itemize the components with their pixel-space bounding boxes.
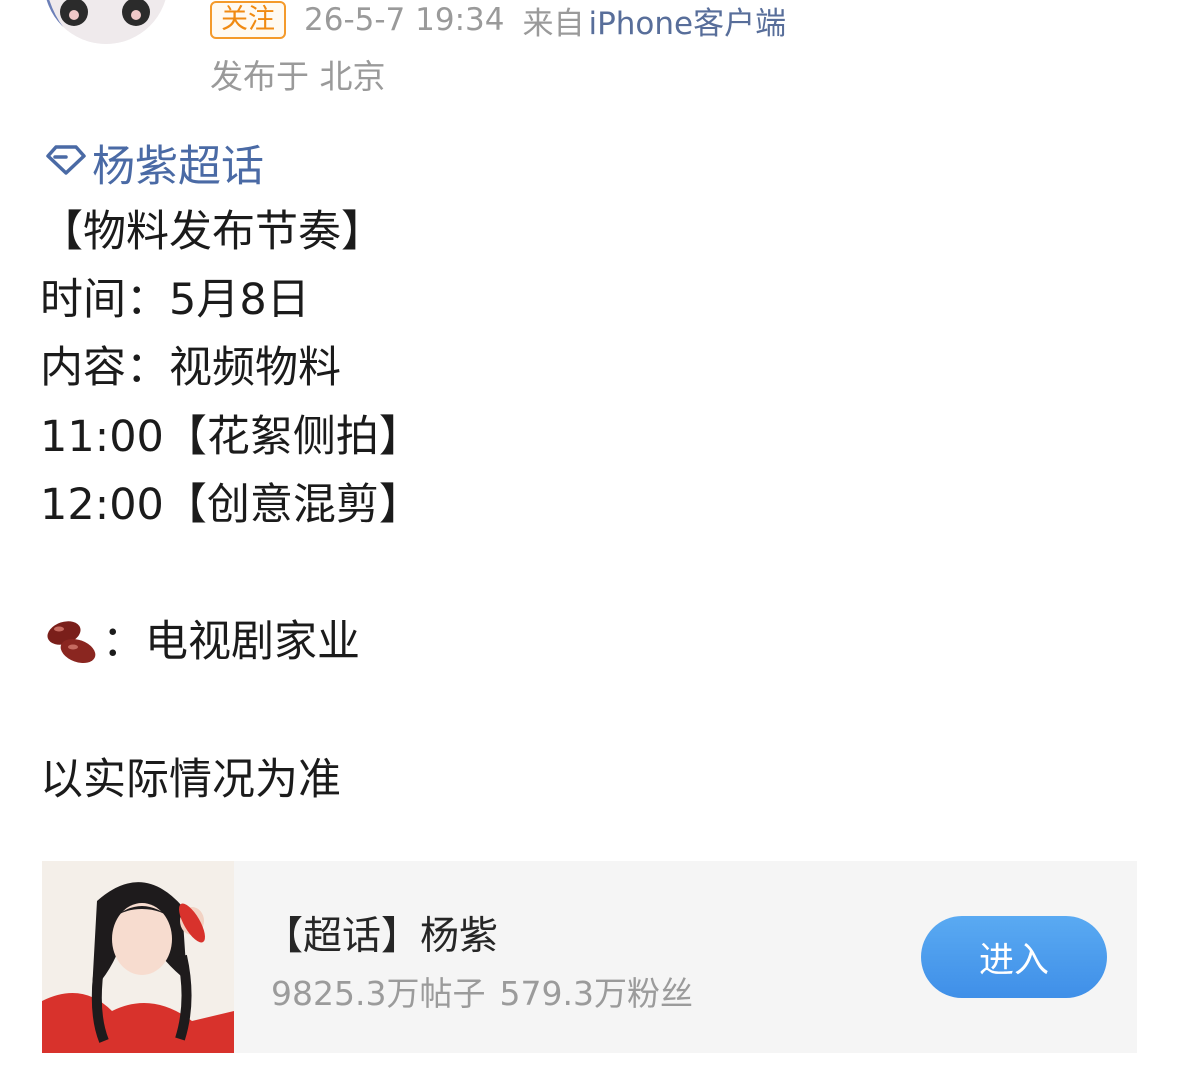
post-text-line: ：电视剧家业 — [40, 616, 360, 668]
follow-button[interactable]: 关注 — [210, 1, 286, 39]
post-text-line: 内容：视频物料 — [40, 343, 341, 393]
posts-count: 9825.3万帖子 — [271, 974, 486, 1013]
beans-text: ：电视剧家业 — [102, 617, 360, 667]
super-topic-stats: 9825.3万帖子 579.3万粉丝 — [271, 967, 693, 1015]
enter-button[interactable]: 进入 — [921, 916, 1107, 998]
topic-link[interactable]: 杨紫超话 — [44, 132, 264, 194]
source-client-link[interactable]: iPhone客户端 — [588, 0, 786, 43]
post-text-line: 【物料发布节奏】 — [40, 207, 384, 257]
red-beans-icon — [40, 616, 102, 668]
diamond-icon — [44, 138, 88, 188]
post-location: 发布于 北京 — [210, 57, 386, 96]
post-text-line: 时间：5月8日 — [40, 275, 310, 325]
super-topic-card[interactable]: 【超话】杨紫 9825.3万帖子 579.3万粉丝 进入 — [42, 861, 1137, 1053]
members-count: 579.3万粉丝 — [499, 974, 693, 1013]
post-timestamp: 26-5-7 19:34 — [304, 2, 505, 38]
post-meta: 关注 26-5-7 19:34 来自 iPhone客户端 — [210, 0, 786, 43]
source-prefix: 来自 — [522, 5, 585, 42]
topic-label: 杨紫超话 — [92, 142, 264, 192]
post-text-line: 11:00【花絮侧拍】 — [40, 412, 422, 462]
super-topic-thumbnail — [42, 861, 234, 1053]
post-text-line: 以实际情况为准 — [40, 755, 341, 805]
post-source: 来自 iPhone客户端 — [522, 0, 786, 43]
super-topic-title: 【超话】杨紫 — [264, 914, 499, 959]
post-text-line: 12:00【创意混剪】 — [40, 480, 422, 530]
avatar[interactable] — [44, 0, 168, 44]
